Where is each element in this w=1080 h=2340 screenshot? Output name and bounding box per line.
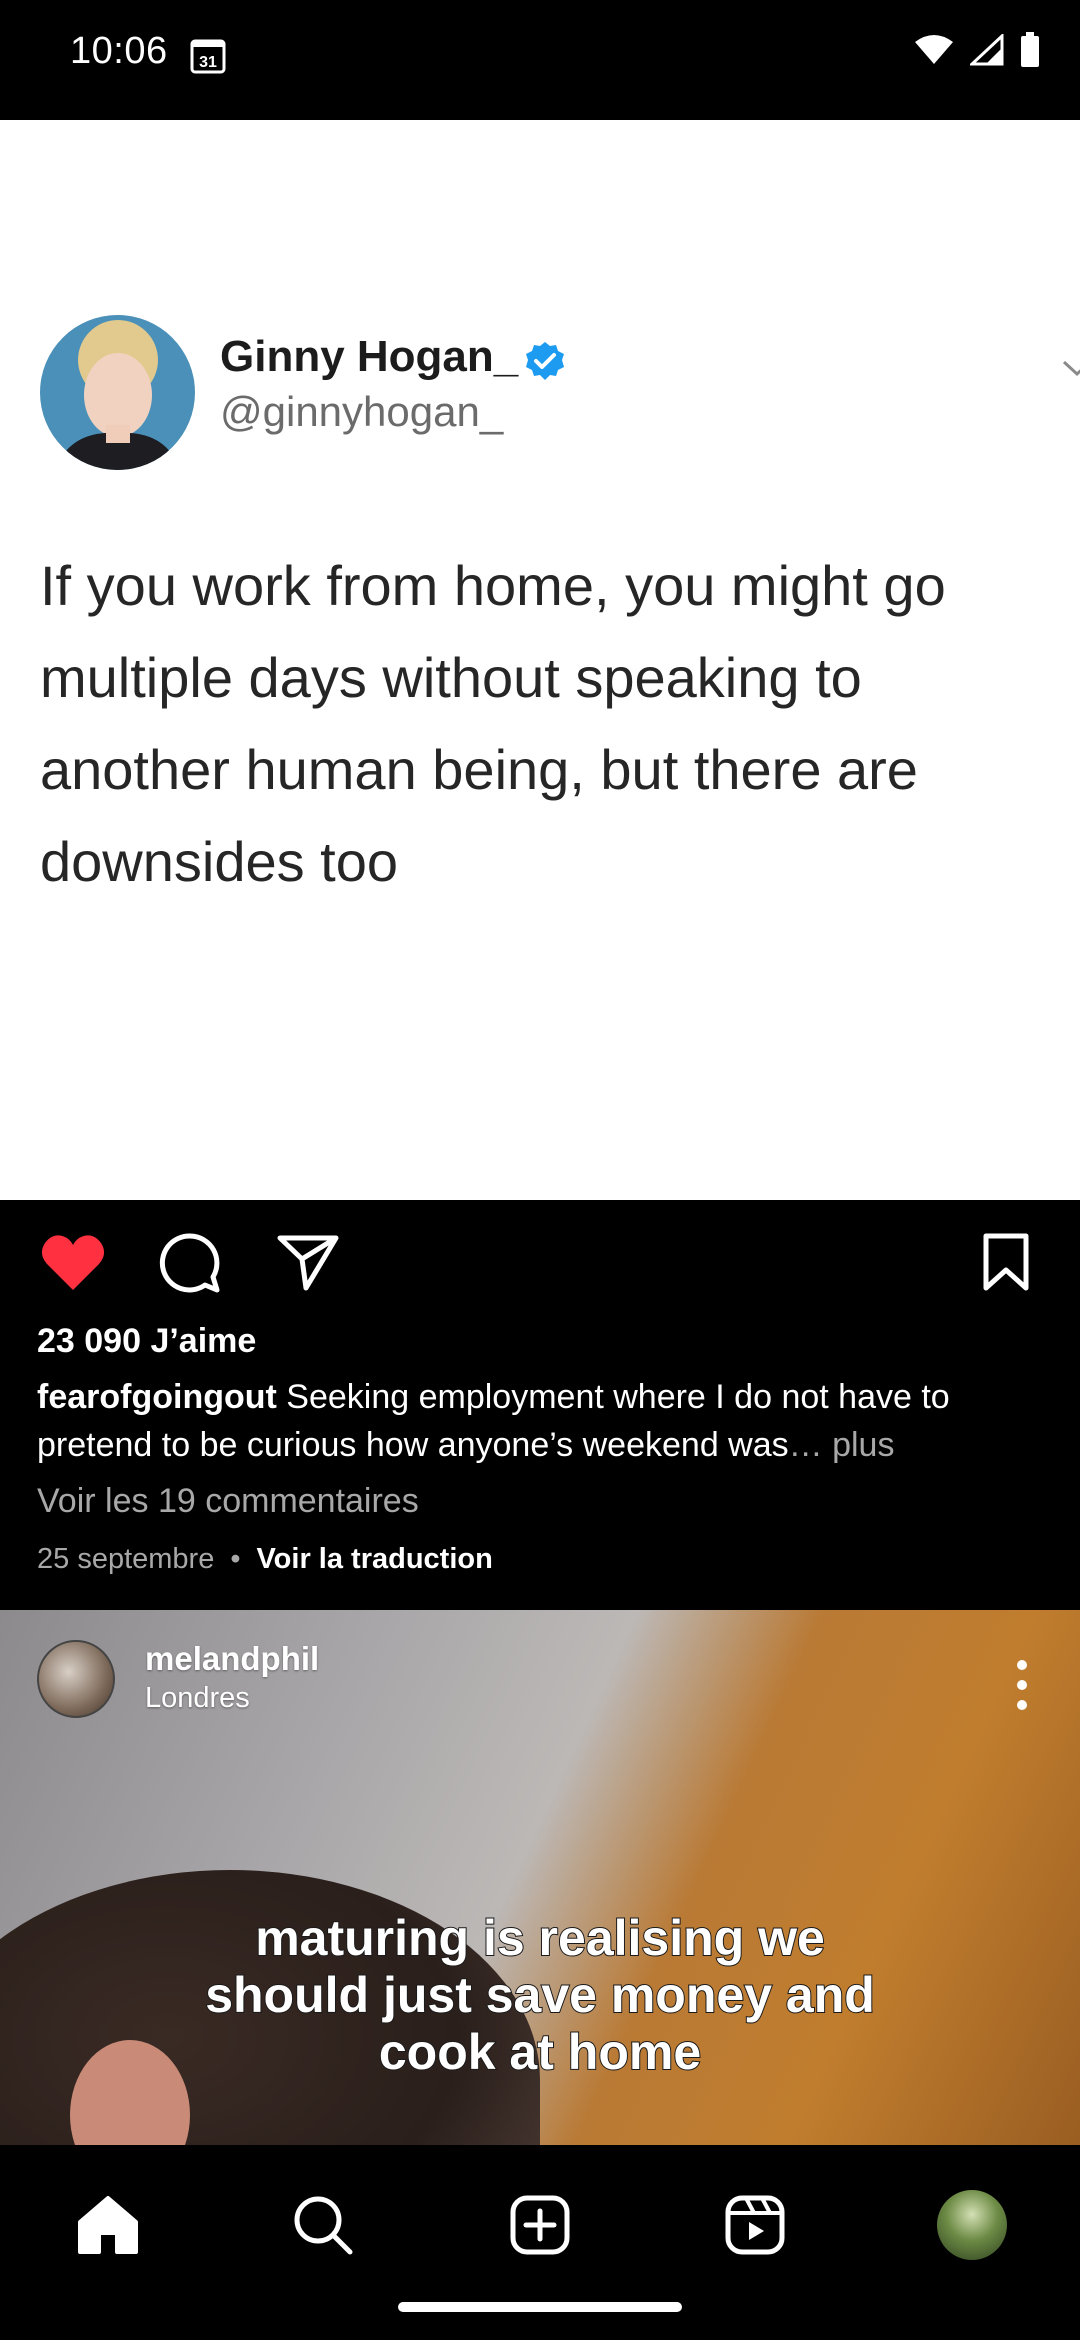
nav-home[interactable] xyxy=(68,2185,148,2265)
post2-username[interactable]: melandphil xyxy=(145,1640,319,1678)
status-time: 10:06 xyxy=(70,30,168,72)
post-image[interactable]: Ginny Hogan_ @ginnyhogan_ If you work fr… xyxy=(0,120,1080,1200)
verified-badge-icon xyxy=(526,342,564,380)
view-comments-link[interactable]: Voir les 19 commentaires xyxy=(37,1482,419,1521)
tweet-author-avatar xyxy=(40,315,195,470)
home-indicator[interactable] xyxy=(398,2302,682,2312)
bookmark-icon[interactable] xyxy=(982,1232,1030,1292)
likes-count[interactable]: 23 090 J’aime xyxy=(37,1322,256,1361)
post-caption[interactable]: fearofgoingout Seeking employment where … xyxy=(37,1373,1047,1469)
calendar-icon: 31 xyxy=(190,39,226,74)
post2-avatar[interactable] xyxy=(37,1640,115,1718)
post2-location[interactable]: Londres xyxy=(145,1682,250,1715)
nav-profile-avatar[interactable] xyxy=(937,2190,1007,2260)
wifi-icon xyxy=(915,35,953,64)
caption-more-link[interactable]: … plus xyxy=(789,1426,895,1464)
caption-username[interactable]: fearofgoingout xyxy=(37,1378,277,1416)
signal-icon xyxy=(970,34,1004,66)
nav-create[interactable] xyxy=(500,2185,580,2265)
create-icon xyxy=(510,2195,570,2255)
video-caption-text: maturing is realising we should just sav… xyxy=(204,1909,876,2081)
comment-icon[interactable] xyxy=(158,1232,222,1294)
more-options-icon[interactable] xyxy=(1010,1655,1034,1715)
chevron-down-icon xyxy=(1062,360,1080,377)
meta-separator: • xyxy=(230,1543,241,1575)
reels-icon xyxy=(725,2195,785,2255)
translate-link[interactable]: Voir la traduction xyxy=(256,1543,492,1576)
calendar-day: 31 xyxy=(199,54,217,71)
share-icon[interactable] xyxy=(276,1232,340,1292)
tweet-author-name: Ginny Hogan_ xyxy=(220,332,519,381)
heart-icon[interactable] xyxy=(40,1232,106,1292)
post2-video[interactable]: melandphil Londres maturing is realising… xyxy=(0,1610,1080,2145)
search-icon xyxy=(294,2196,353,2255)
post-date: 25 septembre xyxy=(37,1543,215,1575)
status-icons xyxy=(914,32,1040,68)
tweet-author-handle: @ginnyhogan_ xyxy=(220,388,504,435)
home-icon xyxy=(78,2196,138,2254)
nav-reels[interactable] xyxy=(715,2185,795,2265)
tweet-text: If you work from home, you might go mult… xyxy=(40,554,946,893)
nav-search[interactable] xyxy=(283,2185,363,2265)
status-bar: 10:06 31 xyxy=(0,0,1080,108)
battery-icon xyxy=(1021,32,1039,67)
post-meta: 25 septembre • Voir la traduction xyxy=(37,1543,493,1576)
